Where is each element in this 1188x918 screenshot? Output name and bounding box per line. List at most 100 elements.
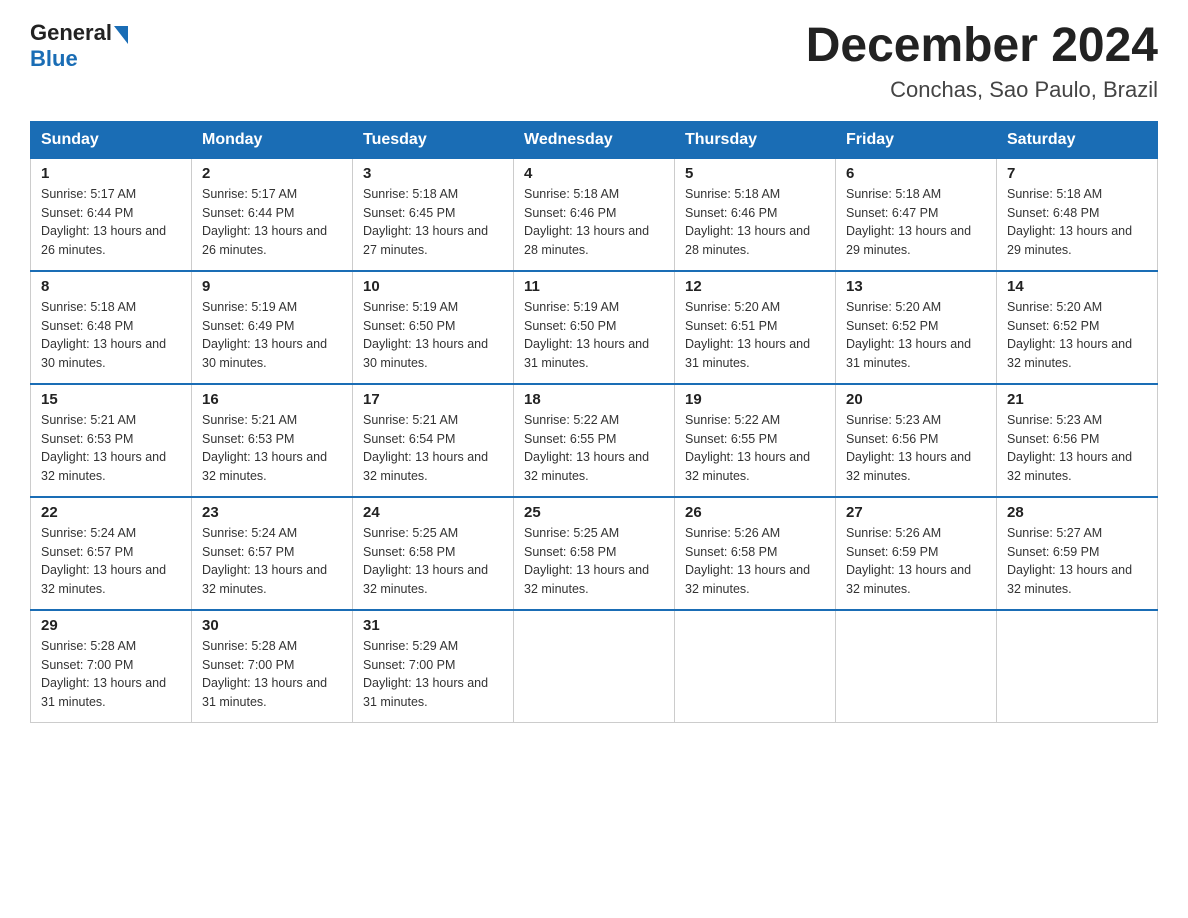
day-number: 2 [202, 165, 342, 182]
calendar-cell: 7 Sunrise: 5:18 AM Sunset: 6:48 PM Dayli… [997, 158, 1158, 271]
day-number: 27 [846, 504, 986, 521]
logo-triangle-icon [114, 26, 128, 44]
sunrise-label: Sunrise: 5:18 AM [846, 187, 941, 201]
calendar-table: SundayMondayTuesdayWednesdayThursdayFrid… [30, 121, 1158, 723]
daylight-label: Daylight: 13 hours and 32 minutes. [685, 563, 810, 596]
sunset-label: Sunset: 6:56 PM [846, 432, 938, 446]
day-info: Sunrise: 5:18 AM Sunset: 6:48 PM Dayligh… [41, 298, 181, 373]
sunrise-label: Sunrise: 5:18 AM [1007, 187, 1102, 201]
daylight-label: Daylight: 13 hours and 32 minutes. [1007, 450, 1132, 483]
daylight-label: Daylight: 13 hours and 32 minutes. [1007, 337, 1132, 370]
daylight-label: Daylight: 13 hours and 28 minutes. [524, 224, 649, 257]
daylight-label: Daylight: 13 hours and 32 minutes. [363, 450, 488, 483]
day-number: 24 [363, 504, 503, 521]
calendar-week-row: 22 Sunrise: 5:24 AM Sunset: 6:57 PM Dayl… [31, 497, 1158, 610]
calendar-header-friday: Friday [836, 122, 997, 158]
daylight-label: Daylight: 13 hours and 31 minutes. [363, 676, 488, 709]
sunset-label: Sunset: 6:57 PM [202, 545, 294, 559]
daylight-label: Daylight: 13 hours and 26 minutes. [41, 224, 166, 257]
calendar-cell: 31 Sunrise: 5:29 AM Sunset: 7:00 PM Dayl… [353, 610, 514, 723]
day-info: Sunrise: 5:24 AM Sunset: 6:57 PM Dayligh… [202, 524, 342, 599]
day-number: 28 [1007, 504, 1147, 521]
sunrise-label: Sunrise: 5:25 AM [524, 526, 619, 540]
title-block: December 2024 Conchas, Sao Paulo, Brazil [806, 20, 1158, 103]
day-info: Sunrise: 5:20 AM Sunset: 6:52 PM Dayligh… [846, 298, 986, 373]
sunset-label: Sunset: 6:53 PM [41, 432, 133, 446]
calendar-cell: 14 Sunrise: 5:20 AM Sunset: 6:52 PM Dayl… [997, 271, 1158, 384]
calendar-cell: 3 Sunrise: 5:18 AM Sunset: 6:45 PM Dayli… [353, 158, 514, 271]
sunset-label: Sunset: 6:59 PM [846, 545, 938, 559]
daylight-label: Daylight: 13 hours and 31 minutes. [685, 337, 810, 370]
logo: General Blue [30, 20, 130, 72]
calendar-cell: 9 Sunrise: 5:19 AM Sunset: 6:49 PM Dayli… [192, 271, 353, 384]
day-info: Sunrise: 5:19 AM Sunset: 6:50 PM Dayligh… [524, 298, 664, 373]
sunrise-label: Sunrise: 5:28 AM [202, 639, 297, 653]
calendar-cell: 15 Sunrise: 5:21 AM Sunset: 6:53 PM Dayl… [31, 384, 192, 497]
daylight-label: Daylight: 13 hours and 26 minutes. [202, 224, 327, 257]
calendar-cell: 4 Sunrise: 5:18 AM Sunset: 6:46 PM Dayli… [514, 158, 675, 271]
day-number: 5 [685, 165, 825, 182]
calendar-cell: 20 Sunrise: 5:23 AM Sunset: 6:56 PM Dayl… [836, 384, 997, 497]
daylight-label: Daylight: 13 hours and 32 minutes. [524, 563, 649, 596]
day-info: Sunrise: 5:18 AM Sunset: 6:45 PM Dayligh… [363, 185, 503, 260]
daylight-label: Daylight: 13 hours and 32 minutes. [1007, 563, 1132, 596]
daylight-label: Daylight: 13 hours and 32 minutes. [41, 563, 166, 596]
sunset-label: Sunset: 6:52 PM [1007, 319, 1099, 333]
sunrise-label: Sunrise: 5:17 AM [202, 187, 297, 201]
calendar-cell: 23 Sunrise: 5:24 AM Sunset: 6:57 PM Dayl… [192, 497, 353, 610]
page-subtitle: Conchas, Sao Paulo, Brazil [806, 77, 1158, 103]
sunset-label: Sunset: 6:56 PM [1007, 432, 1099, 446]
sunset-label: Sunset: 6:50 PM [363, 319, 455, 333]
calendar-header-wednesday: Wednesday [514, 122, 675, 158]
day-number: 26 [685, 504, 825, 521]
sunrise-label: Sunrise: 5:26 AM [846, 526, 941, 540]
calendar-header-tuesday: Tuesday [353, 122, 514, 158]
calendar-cell: 19 Sunrise: 5:22 AM Sunset: 6:55 PM Dayl… [675, 384, 836, 497]
daylight-label: Daylight: 13 hours and 31 minutes. [202, 676, 327, 709]
day-number: 4 [524, 165, 664, 182]
day-number: 3 [363, 165, 503, 182]
day-info: Sunrise: 5:19 AM Sunset: 6:50 PM Dayligh… [363, 298, 503, 373]
sunset-label: Sunset: 6:44 PM [202, 206, 294, 220]
day-info: Sunrise: 5:19 AM Sunset: 6:49 PM Dayligh… [202, 298, 342, 373]
calendar-cell: 17 Sunrise: 5:21 AM Sunset: 6:54 PM Dayl… [353, 384, 514, 497]
sunset-label: Sunset: 6:51 PM [685, 319, 777, 333]
daylight-label: Daylight: 13 hours and 31 minutes. [846, 337, 971, 370]
daylight-label: Daylight: 13 hours and 32 minutes. [846, 450, 971, 483]
day-info: Sunrise: 5:28 AM Sunset: 7:00 PM Dayligh… [202, 637, 342, 712]
calendar-cell: 13 Sunrise: 5:20 AM Sunset: 6:52 PM Dayl… [836, 271, 997, 384]
sunrise-label: Sunrise: 5:21 AM [363, 413, 458, 427]
calendar-cell: 29 Sunrise: 5:28 AM Sunset: 7:00 PM Dayl… [31, 610, 192, 723]
day-info: Sunrise: 5:17 AM Sunset: 6:44 PM Dayligh… [202, 185, 342, 260]
sunset-label: Sunset: 6:45 PM [363, 206, 455, 220]
calendar-cell: 27 Sunrise: 5:26 AM Sunset: 6:59 PM Dayl… [836, 497, 997, 610]
sunset-label: Sunset: 6:46 PM [685, 206, 777, 220]
page-header: General Blue December 2024 Conchas, Sao … [30, 20, 1158, 103]
sunset-label: Sunset: 6:57 PM [41, 545, 133, 559]
calendar-cell: 25 Sunrise: 5:25 AM Sunset: 6:58 PM Dayl… [514, 497, 675, 610]
sunrise-label: Sunrise: 5:20 AM [846, 300, 941, 314]
daylight-label: Daylight: 13 hours and 32 minutes. [524, 450, 649, 483]
day-info: Sunrise: 5:26 AM Sunset: 6:59 PM Dayligh… [846, 524, 986, 599]
calendar-cell: 8 Sunrise: 5:18 AM Sunset: 6:48 PM Dayli… [31, 271, 192, 384]
sunrise-label: Sunrise: 5:22 AM [524, 413, 619, 427]
sunrise-label: Sunrise: 5:19 AM [524, 300, 619, 314]
calendar-header-monday: Monday [192, 122, 353, 158]
sunset-label: Sunset: 6:54 PM [363, 432, 455, 446]
day-number: 21 [1007, 391, 1147, 408]
calendar-cell: 2 Sunrise: 5:17 AM Sunset: 6:44 PM Dayli… [192, 158, 353, 271]
sunrise-label: Sunrise: 5:21 AM [202, 413, 297, 427]
day-number: 12 [685, 278, 825, 295]
daylight-label: Daylight: 13 hours and 32 minutes. [202, 450, 327, 483]
day-number: 9 [202, 278, 342, 295]
calendar-cell: 1 Sunrise: 5:17 AM Sunset: 6:44 PM Dayli… [31, 158, 192, 271]
calendar-week-row: 1 Sunrise: 5:17 AM Sunset: 6:44 PM Dayli… [31, 158, 1158, 271]
sunset-label: Sunset: 6:47 PM [846, 206, 938, 220]
day-info: Sunrise: 5:21 AM Sunset: 6:53 PM Dayligh… [41, 411, 181, 486]
calendar-cell: 30 Sunrise: 5:28 AM Sunset: 7:00 PM Dayl… [192, 610, 353, 723]
calendar-cell: 11 Sunrise: 5:19 AM Sunset: 6:50 PM Dayl… [514, 271, 675, 384]
day-number: 14 [1007, 278, 1147, 295]
calendar-cell: 10 Sunrise: 5:19 AM Sunset: 6:50 PM Dayl… [353, 271, 514, 384]
sunset-label: Sunset: 6:46 PM [524, 206, 616, 220]
day-number: 17 [363, 391, 503, 408]
